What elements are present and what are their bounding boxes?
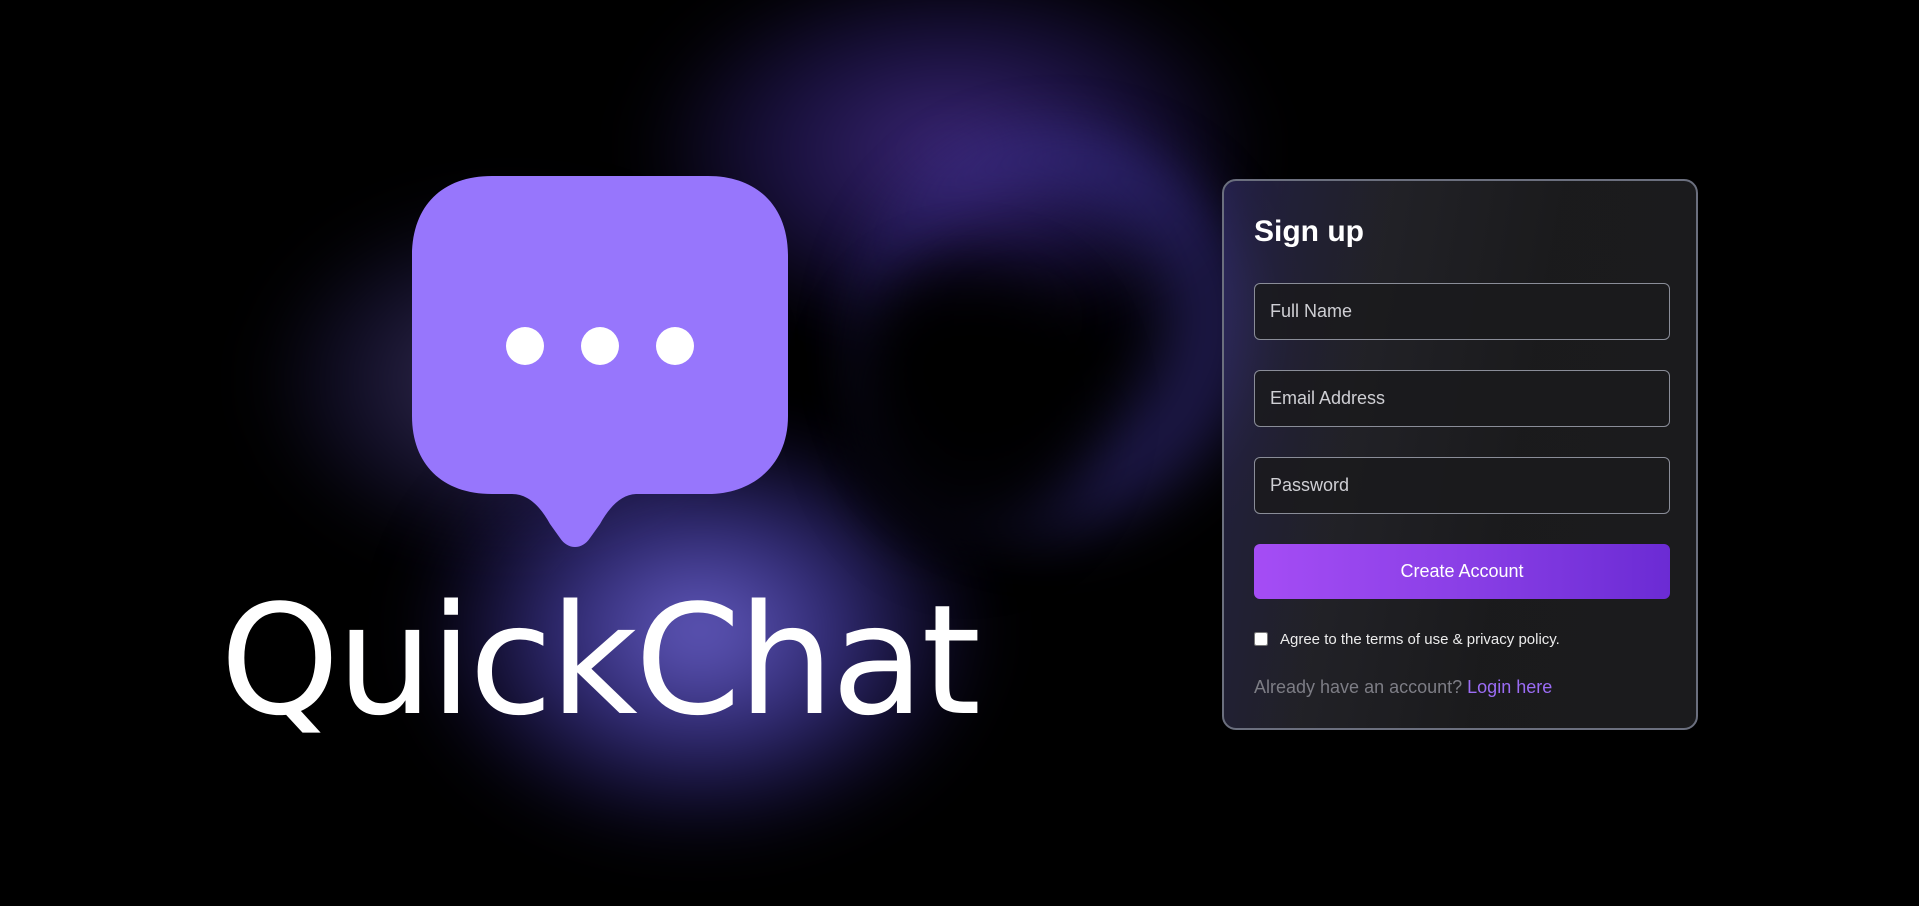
login-prompt: Already have an account? [1254,677,1468,697]
chat-bubble-ellipsis-icon [412,176,788,547]
background-glow [850,130,1270,550]
terms-checkbox[interactable] [1254,632,1268,646]
signup-title: Sign up [1254,215,1364,248]
full-name-field[interactable] [1254,283,1670,340]
ellipsis-dot [656,327,694,365]
ellipsis-dot [581,327,619,365]
create-account-button[interactable]: Create Account [1254,544,1670,599]
signup-card: Sign up Create Account Agree to the term… [1222,179,1698,730]
terms-label: Agree to the terms of use & privacy poli… [1280,630,1560,648]
email-field[interactable] [1254,370,1670,427]
password-field[interactable] [1254,457,1670,514]
background-shadow [820,240,1120,580]
ellipsis-dot [506,327,544,365]
brand-name: QuickChat [220,572,981,749]
signup-page: QuickChat Sign up Create Account Agree t… [0,0,1919,906]
login-link[interactable]: Login here [1467,677,1552,697]
terms-row: Agree to the terms of use & privacy poli… [1254,629,1666,649]
login-row: Already have an account? Login here [1254,677,1666,698]
